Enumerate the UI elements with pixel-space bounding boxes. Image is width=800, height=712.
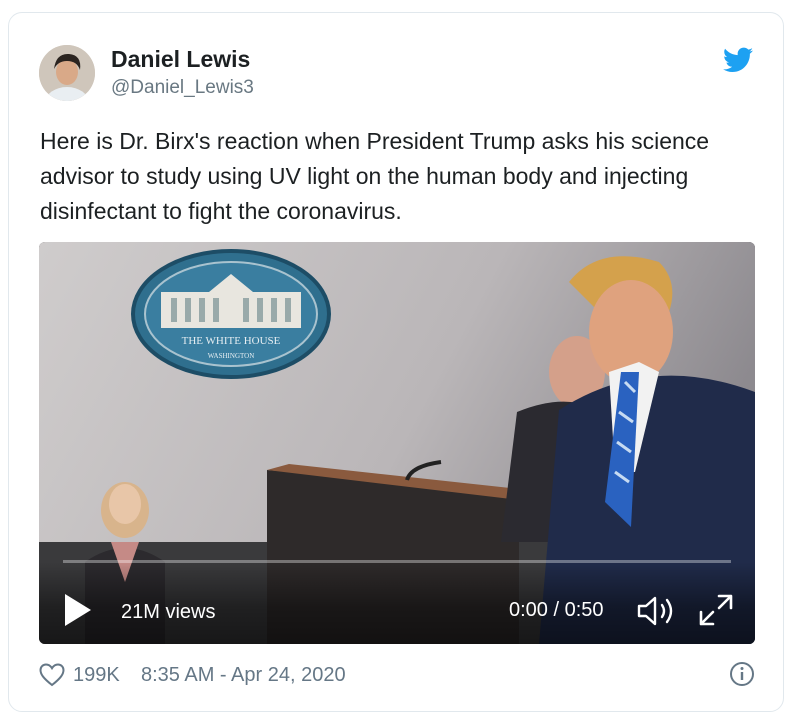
video-progress-bar[interactable] [63, 560, 731, 563]
video-time: 0:00 / 0:50 [509, 599, 604, 621]
like-count: 199K [73, 664, 120, 686]
author-name[interactable]: Daniel Lewis [111, 46, 250, 73]
video-player[interactable]: THE WHITE HOUSE WASHINGTON 21M views 0:0… [39, 242, 755, 644]
heart-icon[interactable] [39, 663, 65, 687]
play-icon[interactable] [63, 592, 93, 628]
seal-text: THE WHITE HOUSE [182, 335, 281, 347]
fullscreen-icon[interactable] [697, 592, 735, 628]
volume-icon[interactable] [635, 594, 677, 628]
twitter-bird-icon[interactable] [723, 47, 753, 73]
tweet-timestamp[interactable]: 8:35 AM - Apr 24, 2020 [141, 664, 346, 687]
tweet-card: Daniel Lewis @Daniel_Lewis3 Here is Dr. … [8, 12, 784, 712]
tweet-footer: 199K 8:35 AM - Apr 24, 2020 [39, 661, 755, 691]
tweet-text-line: Here is Dr. Birx's reaction when Preside… [40, 128, 710, 154]
tweet-text-line: disinfectant to fight the coronavirus. [40, 198, 402, 224]
tweet-text: Here is Dr. Birx's reaction when Preside… [40, 124, 752, 229]
info-icon[interactable] [729, 661, 755, 687]
author-handle[interactable]: @Daniel_Lewis3 [111, 77, 254, 99]
avatar[interactable] [39, 45, 95, 101]
seal-subtext: WASHINGTON [208, 352, 255, 360]
tweet-text-line: advisor to study using UV light on the h… [40, 163, 689, 189]
view-count: 21M views [121, 601, 216, 623]
